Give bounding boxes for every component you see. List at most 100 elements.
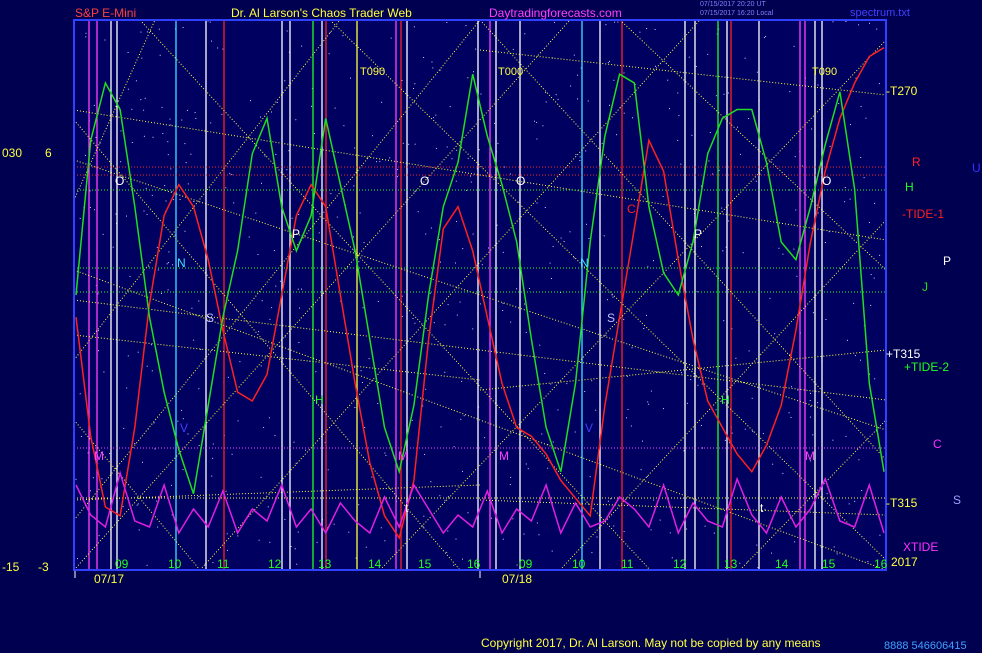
label-j: J [922,280,928,294]
star-dot [273,250,275,252]
star-dot [439,495,441,497]
star-dot [444,499,446,501]
star-dot [447,496,449,498]
star-dot [838,103,840,104]
day-label: 07/17 [94,572,124,586]
star-dot [237,535,239,537]
star-dot [353,185,355,187]
star-dot [860,157,862,158]
star-dot [459,301,461,303]
star-dot [490,517,492,519]
star-dot [425,388,427,390]
star-dot [793,45,795,47]
star-dot [127,355,129,357]
star-dot [632,117,633,119]
star-dot [184,230,186,232]
star-dot [226,549,228,551]
star-dot [646,476,648,478]
star-dot [756,71,758,73]
star-dot [529,288,530,289]
star-dot [258,539,260,541]
star-dot [227,376,229,378]
star-dot [432,67,434,69]
star-dot [250,100,251,102]
star-dot [170,168,172,170]
star-dot [663,408,664,410]
star-dot [425,233,427,235]
star-dot [579,160,581,161]
star-dot [330,193,332,195]
star-dot [138,529,140,531]
star-dot [791,386,792,388]
star-dot [101,478,103,480]
top-mark: T090 [360,66,385,78]
star-dot [376,161,378,163]
star-dot [536,202,538,204]
star-dot [861,490,863,491]
star-dot [297,288,299,290]
star-dot [545,92,547,93]
star-dot [311,105,312,107]
star-dot [575,154,577,156]
star-dot [171,190,173,192]
star-dot [810,392,811,394]
star-dot [523,533,525,535]
star-dot [414,322,416,324]
star-dot [184,143,186,145]
star-dot [129,276,131,277]
star-dot [817,402,819,404]
star-dot [763,37,765,39]
star-dot [140,31,142,33]
star-dot [584,391,586,392]
left-scale-b: 6 [45,146,52,160]
star-dot [728,220,730,222]
star-dot [257,254,259,255]
star-dot [751,397,753,399]
star-dot [225,187,227,189]
star-dot [527,468,529,470]
star-dot [353,236,354,238]
star-dot [231,174,233,175]
planet-letter: O [822,174,831,188]
star-dot [127,52,129,53]
star-dot [156,500,158,502]
star-dot [865,117,867,119]
star-dot [412,318,414,319]
star-dot [198,445,200,447]
star-dot [481,264,483,266]
star-dot [384,452,386,454]
star-dot [868,222,870,223]
site-label[interactable]: Daytradingforecasts.com [489,6,622,20]
label-tide1: -TIDE-1 [902,207,944,221]
star-dot [401,295,403,297]
star-dot [284,80,286,82]
x-tick-label: 15 [418,557,432,571]
label-year: 2017 [891,555,918,569]
star-dot [379,161,381,163]
star-dot [274,435,276,436]
star-dot [512,518,514,520]
star-dot [549,262,551,264]
star-dot [677,92,679,94]
star-dot [731,432,733,434]
star-dot [465,25,467,27]
star-dot [696,291,698,293]
star-dot [735,357,737,359]
star-dot [79,217,81,219]
x-tick-label: 16 [467,557,481,571]
star-dot [446,22,448,23]
star-dot [771,552,772,554]
star-dot [655,65,656,67]
star-dot [294,548,296,550]
star-dot [159,54,161,56]
star-dot [601,142,603,144]
top-mark: T090 [812,66,837,78]
star-dot [756,544,758,546]
star-dot [414,143,416,145]
star-dot [455,180,457,182]
star-dot [103,371,105,373]
star-dot [832,439,834,441]
star-dot [384,540,386,542]
star-dot [680,372,682,374]
star-dot [616,134,618,136]
